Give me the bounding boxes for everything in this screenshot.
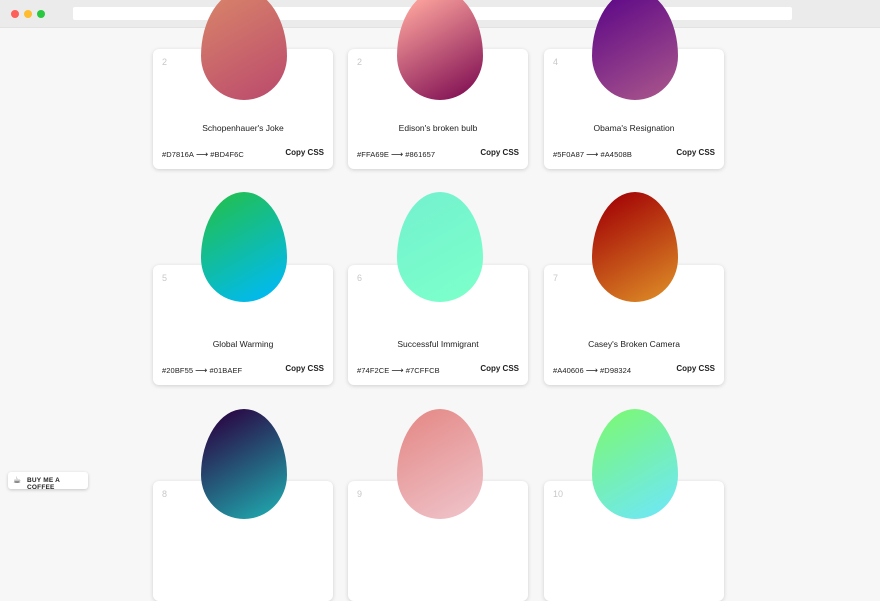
- card-number: 10: [553, 489, 564, 499]
- copy-css-button[interactable]: Copy CSS: [676, 148, 715, 157]
- card-title: Schopenhauer's Joke: [202, 123, 284, 133]
- gradient-egg: [397, 192, 483, 302]
- from-color: #A40606: [553, 366, 584, 375]
- to-color: #A4508B: [600, 150, 632, 159]
- minimize-window-icon[interactable]: [24, 10, 32, 18]
- to-color: #861657: [405, 150, 436, 159]
- arrow-icon: ⟶: [586, 149, 599, 159]
- card-number: 8: [162, 489, 168, 499]
- coffee-cup-icon: ☕: [13, 475, 22, 485]
- from-color: #FFA69E: [357, 150, 389, 159]
- gradient-egg: [201, 192, 287, 302]
- copy-css-button[interactable]: Copy CSS: [285, 364, 324, 373]
- gradient-egg: [201, 409, 287, 519]
- card-number: 6: [357, 273, 363, 283]
- card-number: 5: [162, 273, 168, 283]
- card-number: 2: [357, 57, 363, 67]
- copy-css-button[interactable]: Copy CSS: [676, 364, 715, 373]
- gradient-egg: [592, 0, 678, 100]
- gradient-egg: [397, 0, 483, 100]
- from-color: #74F2CE: [357, 366, 390, 375]
- to-color: #D98324: [600, 366, 632, 375]
- color-codes: #20BF55 ⟶ #01BAEF: [162, 365, 242, 376]
- card-number: 9: [357, 489, 363, 499]
- color-codes: #D7816A ⟶ #BD4F6C: [162, 149, 244, 160]
- gradient-egg: [397, 409, 483, 519]
- card-title: Edison's broken bulb: [398, 123, 478, 133]
- card-number: 4: [553, 57, 559, 67]
- card-title: Casey's Broken Camera: [588, 339, 680, 349]
- maximize-window-icon[interactable]: [37, 10, 45, 18]
- card-number: 7: [553, 273, 559, 283]
- card-title: Successful Immigrant: [397, 339, 479, 349]
- arrow-icon: ⟶: [195, 149, 209, 159]
- gradient-egg: [592, 192, 678, 302]
- copy-css-button[interactable]: Copy CSS: [480, 148, 519, 157]
- arrow-icon: ⟶: [585, 365, 599, 375]
- color-codes: #A40606 ⟶ #D98324: [553, 365, 631, 376]
- card-number: 2: [162, 57, 168, 67]
- copy-css-button[interactable]: Copy CSS: [285, 148, 324, 157]
- to-color: #BD4F6C: [210, 150, 244, 159]
- arrow-icon: ⟶: [391, 365, 404, 375]
- copy-css-button[interactable]: Copy CSS: [480, 364, 519, 373]
- from-color: #20BF55: [162, 366, 194, 375]
- arrow-icon: ⟶: [195, 365, 208, 375]
- color-codes: #FFA69E ⟶ #861657: [357, 149, 435, 160]
- gradient-egg: [592, 409, 678, 519]
- from-color: #D7816A: [162, 150, 194, 159]
- card-title: Global Warming: [212, 339, 274, 349]
- from-color: #5F0A87: [553, 150, 585, 159]
- buy-me-a-coffee-button[interactable]: ☕ BUY ME A COFFEE: [8, 472, 88, 491]
- color-codes: #74F2CE ⟶ #7CFFCB: [357, 365, 440, 376]
- arrow-icon: ⟶: [390, 149, 404, 159]
- gradient-egg: [201, 0, 287, 100]
- color-codes: #5F0A87 ⟶ #A4508B: [553, 149, 632, 160]
- to-color: #01BAEF: [209, 366, 243, 375]
- card-title: Obama's Resignation: [593, 123, 675, 133]
- to-color: #7CFFCB: [405, 366, 440, 375]
- coffee-label: BUY ME A COFFEE: [27, 477, 60, 491]
- close-window-icon[interactable]: [11, 10, 19, 18]
